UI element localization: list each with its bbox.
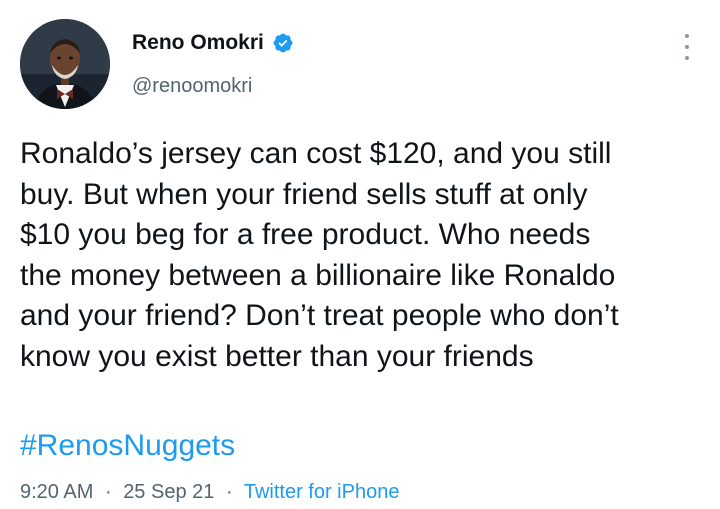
more-dot <box>685 45 689 49</box>
tweet-time[interactable]: 9:20 AM <box>20 481 93 503</box>
verified-badge-icon <box>273 33 293 53</box>
more-dot <box>685 56 689 60</box>
tweet-date[interactable]: 25 Sep 21 <box>123 481 214 503</box>
meta-separator: · <box>225 481 233 503</box>
tweet-card: Reno Omokri @renoomokri Ronaldo’s jersey… <box>0 0 720 509</box>
tweet-text-line: and your friend? Don’t treat people who … <box>20 299 619 332</box>
display-name[interactable]: Reno Omokri <box>132 30 264 56</box>
tweet-text-line: Ronaldo’s jersey can cost $120, and you … <box>20 137 612 170</box>
tweet-meta: 9:20 AM · 25 Sep 21 · Twitter for iPhone <box>20 479 399 505</box>
tweet-text: Ronaldo’s jersey can cost $120, and you … <box>20 134 710 377</box>
tweet-text-line: buy. But when your friend sells stuff at… <box>20 177 588 211</box>
more-options-icon[interactable] <box>680 34 694 60</box>
handle[interactable]: @renoomokri <box>132 74 252 98</box>
tweet-text-line: $10 you beg for a free product. Who need… <box>20 218 591 251</box>
tweet-source-link[interactable]: Twitter for iPhone <box>244 481 400 503</box>
avatar-image <box>20 19 110 109</box>
meta-separator: · <box>104 481 112 503</box>
author-name-row: Reno Omokri <box>132 30 294 56</box>
tweet-text-line: the money between a billionaire like Ron… <box>20 258 616 292</box>
hashtag-link[interactable]: #RenosNuggets <box>20 427 235 465</box>
avatar[interactable] <box>20 19 110 109</box>
tweet-text-line: know you exist better than your friends <box>20 339 534 373</box>
more-dot <box>685 34 689 38</box>
